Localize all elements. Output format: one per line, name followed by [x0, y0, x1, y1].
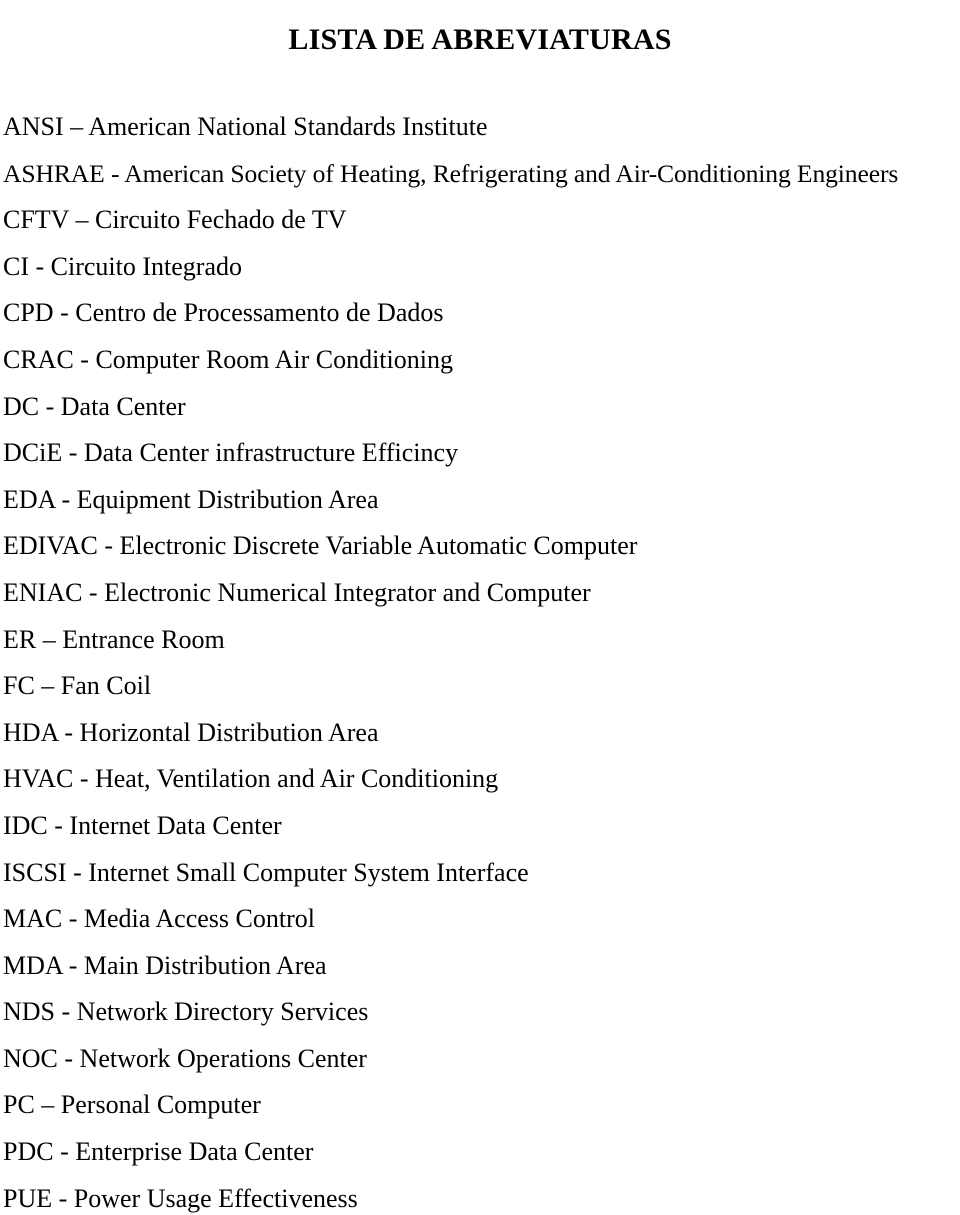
abbreviation-entry: EDA - Equipment Distribution Area: [3, 484, 379, 514]
abbreviation-entry: DC - Data Center: [3, 391, 186, 421]
abbreviation-entry: IDC - Internet Data Center: [3, 810, 282, 840]
abbreviation-entry: CFTV – Circuito Fechado de TV: [3, 205, 347, 235]
abbreviation-entry: ANSI – American National Standards Insti…: [3, 112, 488, 141]
abbreviation-entry: CRAC - Computer Room Air Conditioning: [3, 344, 453, 374]
page-title: LISTA DE ABREVIATURAS: [288, 23, 672, 57]
abbreviation-entry: PDC - Enterprise Data Center: [3, 1137, 314, 1167]
abbreviation-entry: PUE - Power Usage Effectiveness: [3, 1183, 358, 1213]
abbreviation-entry: CPD - Centro de Processamento de Dados: [3, 298, 444, 328]
abbreviation-entry: HDA - Horizontal Distribution Area: [3, 717, 379, 747]
abbreviation-entry: FC – Fan Coil: [3, 671, 152, 701]
abbreviation-entry: MAC - Media Access Control: [3, 904, 315, 934]
abbreviation-entry: NOC - Network Operations Center: [3, 1043, 367, 1073]
abbreviation-entry: NDS - Network Directory Services: [3, 997, 369, 1027]
abbreviation-entry: CI - Circuito Integrado: [3, 251, 242, 281]
abbreviation-list: ANSI – American National Standards Insti…: [3, 104, 960, 1215]
abbreviation-entry: ER – Entrance Room: [3, 624, 225, 654]
abbreviation-entry: ASHRAE - American Society of Heating, Re…: [3, 158, 899, 188]
abbreviation-entry: EDIVAC - Electronic Discrete Variable Au…: [3, 531, 638, 561]
abbreviation-entry: MDA - Main Distribution Area: [3, 950, 327, 980]
abbreviation-entry: DCiE - Data Center infrastructure Effici…: [3, 438, 459, 468]
abbreviation-entry: HVAC - Heat, Ventilation and Air Conditi…: [3, 764, 499, 794]
abbreviation-entry: PC – Personal Computer: [3, 1090, 261, 1120]
abbreviation-entry: ENIAC - Electronic Numerical Integrator …: [3, 577, 591, 607]
abbreviation-entry: ISCSI - Internet Small Computer System I…: [3, 857, 529, 887]
document-page: LISTA DE ABREVIATURAS ANSI – American Na…: [0, 0, 960, 1215]
